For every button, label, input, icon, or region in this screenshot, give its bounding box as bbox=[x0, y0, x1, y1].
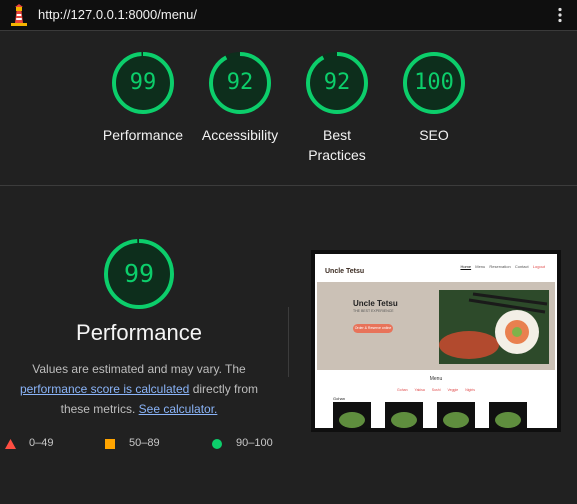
nav-item: Logout bbox=[532, 264, 545, 269]
gauge-accessibility[interactable]: 92 bbox=[207, 50, 273, 116]
score-calculated-link[interactable]: performance score is calculated bbox=[20, 382, 189, 396]
gauge-label: Accessibility bbox=[201, 127, 279, 143]
performance-score: 99 bbox=[123, 259, 155, 288]
menu-category: Gohan bbox=[397, 388, 408, 392]
see-calculator-link[interactable]: See calculator. bbox=[139, 402, 218, 416]
site-nav: Home Menu Reservation Contact Logout bbox=[457, 264, 545, 269]
nav-item: Menu bbox=[475, 264, 486, 269]
page-screenshot-thumbnail[interactable]: Uncle Tetsu Home Menu Reservation Contac… bbox=[311, 250, 561, 432]
vertical-dots-menu-icon[interactable] bbox=[557, 7, 563, 28]
divider bbox=[288, 307, 289, 377]
gauge-score: 100 bbox=[414, 70, 454, 95]
performance-description: Values are estimated and may vary. The p… bbox=[0, 359, 278, 419]
nav-item: Contact bbox=[514, 264, 529, 269]
gauge-seo[interactable]: 100 bbox=[401, 50, 467, 116]
legend-label: 90–100 bbox=[236, 437, 273, 449]
hero-button: Order & Reserve online bbox=[353, 324, 393, 333]
menu-category: Veggie bbox=[447, 388, 459, 392]
legend-label: 50–89 bbox=[129, 437, 160, 449]
menu-category: Nigiris bbox=[465, 388, 475, 392]
gauge-label: Best Practices bbox=[308, 127, 366, 163]
nav-item: Home bbox=[460, 264, 472, 269]
menu-title: Menu bbox=[429, 376, 443, 382]
gauge-label: SEO bbox=[419, 127, 449, 143]
site-logo: Uncle Tetsu bbox=[325, 268, 365, 275]
desc-text: Values are estimated and may vary. The bbox=[32, 362, 246, 376]
circle-icon bbox=[212, 439, 222, 452]
desc-text: these metrics. bbox=[60, 402, 136, 416]
dish-card bbox=[437, 402, 475, 428]
performance-title: Performance bbox=[76, 320, 202, 345]
lighthouse-icon bbox=[10, 4, 28, 31]
gauge-performance[interactable]: 99 bbox=[110, 50, 176, 116]
dish-card bbox=[333, 402, 371, 428]
dish-card bbox=[385, 402, 423, 428]
desc-text: directly from bbox=[192, 382, 259, 396]
nav-item: Reservation bbox=[489, 264, 511, 269]
address-bar: http://127.0.0.1:8000/menu/ bbox=[0, 0, 577, 31]
hero-subtitle: THE BEST EXPERIENCE bbox=[353, 309, 394, 313]
sushi-photo bbox=[439, 290, 549, 364]
gauge-best-practices[interactable]: 92 bbox=[304, 50, 370, 116]
performance-gauge-large: 99 bbox=[102, 237, 176, 311]
hero-title: Uncle Tetsu bbox=[353, 299, 398, 308]
menu-category: Sushi bbox=[431, 388, 441, 392]
legend-label: 0–49 bbox=[29, 437, 54, 449]
menu-category: Yakisa bbox=[414, 388, 425, 392]
square-icon bbox=[105, 439, 115, 452]
dish-card bbox=[489, 402, 527, 428]
triangle-icon bbox=[5, 439, 16, 452]
gauge-score: 99 bbox=[129, 70, 157, 95]
url-text[interactable]: http://127.0.0.1:8000/menu/ bbox=[38, 7, 197, 22]
gauge-score: 92 bbox=[226, 70, 254, 95]
divider bbox=[0, 185, 577, 186]
gauge-score: 92 bbox=[323, 70, 351, 95]
menu-categories: Gohan Yakisa Sushi Veggie Nigiris bbox=[315, 388, 557, 392]
menu-section-title: Gohan bbox=[333, 396, 346, 401]
